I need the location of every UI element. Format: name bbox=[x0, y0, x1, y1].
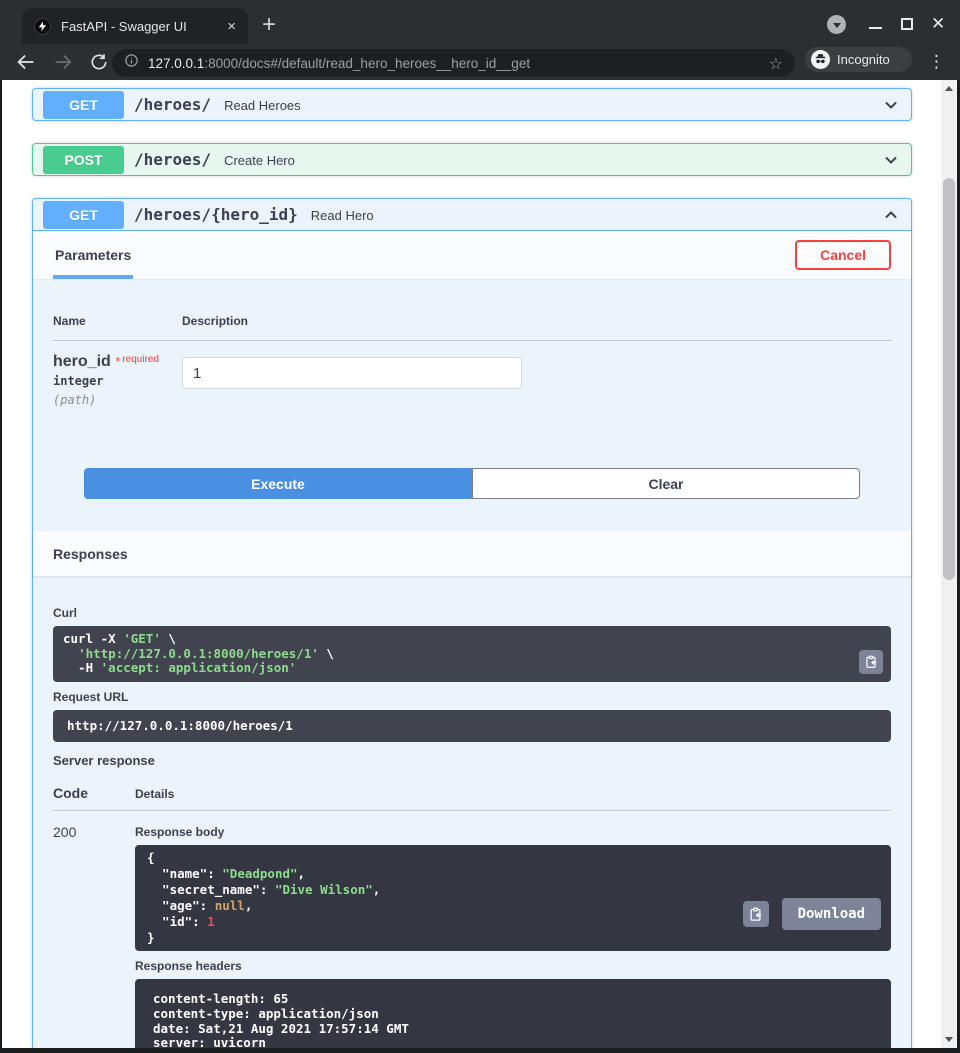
expand-chevron-down-icon[interactable] bbox=[881, 150, 901, 170]
required-label: required bbox=[122, 354, 160, 365]
browser-tab[interactable]: FastAPI - Swagger UI × bbox=[22, 8, 248, 44]
parameters-section: Name Description hero_id * required integ… bbox=[33, 280, 911, 499]
site-info-icon[interactable] bbox=[124, 53, 139, 73]
operation-summary: Create Hero bbox=[224, 153, 295, 168]
new-tab-button[interactable]: + bbox=[262, 12, 276, 38]
download-button[interactable]: Download bbox=[781, 898, 881, 930]
curl-label: Curl bbox=[53, 606, 77, 620]
operation-summary: Read Heroes bbox=[224, 98, 301, 113]
response-row: 200 Response body { "name": "Deadpond", … bbox=[53, 824, 891, 1048]
opblock-get-hero-by-id: GET /heroes/{hero_id} Read Hero Paramete… bbox=[32, 198, 912, 1048]
response-body-label: Response body bbox=[135, 825, 225, 839]
execute-button[interactable]: Execute bbox=[84, 468, 472, 499]
incognito-icon bbox=[811, 50, 830, 69]
responses-section: Curl curl -X 'GET' \ 'http://127.0.0.1:8… bbox=[33, 576, 911, 1048]
server-response-label: Server response bbox=[53, 753, 155, 768]
response-headers-label: Response headers bbox=[135, 959, 242, 973]
parameter-row: hero_id * required integer (path) bbox=[53, 341, 891, 407]
response-table-header: Code Details bbox=[53, 785, 891, 811]
opblock-get-heroes[interactable]: GET /heroes/ Read Heroes bbox=[32, 88, 912, 121]
tab-search-button[interactable] bbox=[827, 15, 846, 34]
chevron-down-icon bbox=[832, 22, 841, 28]
execute-row: Execute Clear bbox=[53, 468, 891, 499]
collapse-chevron-up-icon[interactable] bbox=[881, 205, 901, 225]
reload-button[interactable] bbox=[89, 52, 109, 72]
details-column-header: Details bbox=[135, 787, 175, 801]
method-badge-post: POST bbox=[43, 145, 124, 174]
parameter-name-cell: hero_id * required integer (path) bbox=[53, 353, 182, 407]
responses-section-header: Responses bbox=[33, 531, 911, 576]
cancel-button[interactable]: Cancel bbox=[795, 240, 891, 270]
back-button[interactable] bbox=[15, 51, 37, 73]
request-url-block: http://127.0.0.1:8000/heroes/1 bbox=[53, 709, 891, 742]
response-headers-block: content-length: 65 content-type: applicat… bbox=[135, 979, 891, 1048]
incognito-badge: Incognito bbox=[805, 47, 912, 72]
operation-tab-bar: Parameters Cancel bbox=[33, 231, 911, 280]
url-host: 127.0.0.1 bbox=[148, 55, 205, 71]
parameter-type: integer bbox=[53, 374, 104, 388]
window-close-button[interactable]: ✕ bbox=[931, 14, 945, 33]
parameters-table-header: Name Description bbox=[53, 314, 891, 341]
scroll-up-arrow-icon[interactable] bbox=[945, 86, 953, 91]
parameter-name: hero_id bbox=[53, 353, 111, 370]
curl-command-block: curl -X 'GET' \ 'http://127.0.0.1:8000/h… bbox=[53, 626, 891, 682]
method-badge-get: GET bbox=[43, 200, 124, 229]
browser-menu-button[interactable]: ⋮ bbox=[928, 48, 945, 76]
parameter-description-cell bbox=[182, 353, 522, 407]
copy-response-button[interactable] bbox=[742, 901, 769, 927]
url-text[interactable]: 127.0.0.1:8000/docs#/default/read_hero_h… bbox=[148, 56, 530, 71]
incognito-label: Incognito bbox=[837, 52, 890, 67]
parameter-location: (path) bbox=[53, 393, 97, 407]
hero-id-input[interactable] bbox=[182, 357, 522, 389]
page-scrollbar[interactable] bbox=[941, 80, 957, 1048]
operation-path: /heroes/ bbox=[134, 95, 212, 114]
code-column-header: Code bbox=[53, 785, 88, 801]
tab-title: FastAPI - Swagger UI bbox=[61, 18, 187, 34]
status-code: 200 bbox=[53, 824, 77, 840]
bookmark-star-icon[interactable]: ☆ bbox=[769, 54, 783, 73]
forward-button[interactable] bbox=[52, 51, 74, 73]
operation-path: /heroes/ bbox=[134, 150, 212, 169]
url-path: :8000/docs#/default/read_hero_heroes__he… bbox=[204, 55, 531, 71]
window-maximize-button[interactable] bbox=[901, 18, 913, 30]
swagger-page: GET /heroes/ Read Heroes POST /heroes/ C… bbox=[2, 80, 957, 1048]
scrollbar-thumb[interactable] bbox=[943, 178, 955, 580]
expand-chevron-down-icon[interactable] bbox=[881, 95, 901, 115]
response-body-controls: Download bbox=[742, 898, 881, 930]
request-url-label: Request URL bbox=[53, 689, 129, 704]
required-star: * bbox=[115, 354, 121, 369]
fastapi-favicon-icon bbox=[34, 17, 51, 35]
operation-path: /heroes/{hero_id} bbox=[134, 205, 298, 224]
address-bar[interactable]: 127.0.0.1:8000/docs#/default/read_hero_h… bbox=[112, 49, 795, 77]
response-body-block: { "name": "Deadpond", "secret_name": "Di… bbox=[135, 845, 891, 951]
tab-close-icon[interactable]: × bbox=[227, 19, 236, 34]
window-minimize-button[interactable] bbox=[869, 27, 882, 29]
operation-summary: Read Hero bbox=[310, 208, 374, 223]
description-column-header: Description bbox=[182, 314, 249, 328]
tab-parameters[interactable]: Parameters bbox=[53, 231, 134, 279]
opblock-header[interactable]: GET /heroes/{hero_id} Read Hero bbox=[33, 199, 911, 231]
copy-curl-button[interactable] bbox=[859, 649, 883, 674]
scroll-down-arrow-icon[interactable] bbox=[945, 1037, 953, 1042]
clear-button[interactable]: Clear bbox=[472, 468, 860, 499]
opblock-post-heroes[interactable]: POST /heroes/ Create Hero bbox=[32, 143, 912, 176]
browser-titlebar: FastAPI - Swagger UI × + ✕ bbox=[0, 0, 960, 44]
method-badge-get: GET bbox=[43, 90, 124, 119]
response-details-cell: Response body { "name": "Deadpond", "sec… bbox=[135, 824, 891, 1048]
name-column-header: Name bbox=[53, 314, 86, 328]
browser-toolbar: 127.0.0.1:8000/docs#/default/read_hero_h… bbox=[0, 44, 960, 80]
